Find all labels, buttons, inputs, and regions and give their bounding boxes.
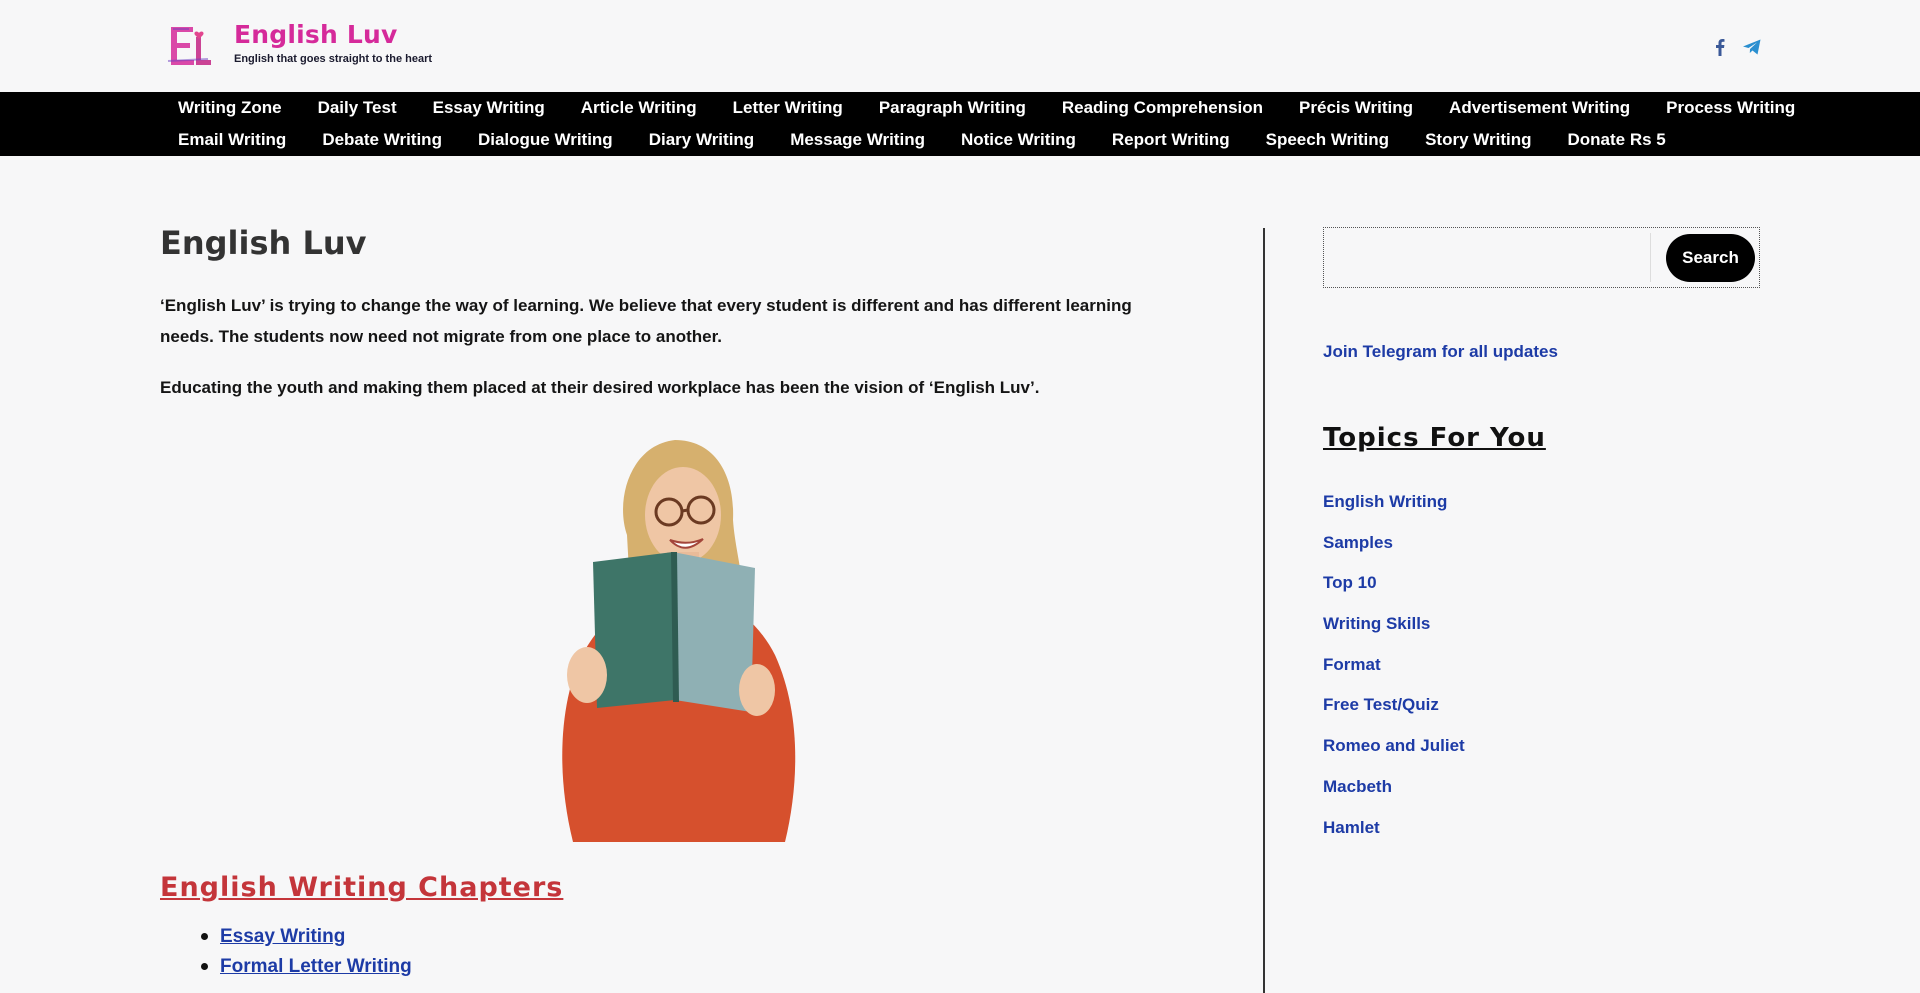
site-title[interactable]: English Luv: [234, 20, 398, 49]
english-luv-logo[interactable]: [163, 21, 213, 71]
page-title: English Luv: [160, 224, 367, 262]
search-form: Search: [1323, 227, 1760, 288]
nav-item-daily-test[interactable]: Daily Test: [300, 98, 415, 118]
nav-item-donate-rs-5[interactable]: Donate Rs 5: [1549, 130, 1683, 150]
nav-item-report-writing[interactable]: Report Writing: [1094, 130, 1248, 150]
nav-item-pr-cis-writing[interactable]: Précis Writing: [1281, 98, 1431, 118]
topic-link-free-test-quiz[interactable]: Free Test/Quiz: [1323, 693, 1465, 734]
vision-paragraph: Educating the youth and making them plac…: [160, 378, 1040, 397]
nav-item-letter-writing[interactable]: Letter Writing: [715, 98, 861, 118]
nav-item-email-writing[interactable]: Email Writing: [160, 130, 304, 150]
nav-row-secondary: Email Writing Debate Writing Dialogue Writ…: [160, 124, 1684, 156]
telegram-icon[interactable]: [1741, 36, 1763, 58]
chapter-link-formal-letter-writing[interactable]: Formal Letter Writing: [220, 956, 412, 977]
facebook-icon[interactable]: [1709, 36, 1731, 58]
topic-link-romeo-and-juliet[interactable]: Romeo and Juliet: [1323, 734, 1465, 775]
search-input[interactable]: [1329, 233, 1651, 282]
main-navigation: Writing Zone Daily Test Essay Writing Artic…: [0, 92, 1920, 156]
nav-item-story-writing[interactable]: Story Writing: [1407, 130, 1549, 150]
nav-item-diary-writing[interactable]: Diary Writing: [631, 130, 772, 150]
content-sidebar-divider: [1263, 228, 1265, 993]
nav-item-article-writing[interactable]: Article Writing: [563, 98, 715, 118]
join-telegram-link[interactable]: Join Telegram for all updates: [1323, 342, 1558, 362]
chapter-list-item: Essay Writing: [201, 922, 412, 952]
chapters-list: Essay Writing Formal Letter Writing: [201, 922, 412, 982]
nav-item-speech-writing[interactable]: Speech Writing: [1248, 130, 1407, 150]
nav-item-process-writing[interactable]: Process Writing: [1648, 98, 1813, 118]
topic-link-samples[interactable]: Samples: [1323, 531, 1465, 572]
nav-item-paragraph-writing[interactable]: Paragraph Writing: [861, 98, 1044, 118]
search-button[interactable]: Search: [1666, 234, 1755, 282]
topic-link-english-writing[interactable]: English Writing: [1323, 490, 1465, 531]
woman-reading-book-image: [562, 440, 796, 842]
nav-item-advertisement-writing[interactable]: Advertisement Writing: [1431, 98, 1648, 118]
topics-list: English Writing Samples Top 10 Writing Skil…: [1323, 490, 1465, 856]
site-header: English Luv English that goes straight t…: [0, 0, 1920, 92]
topic-link-macbeth[interactable]: Macbeth: [1323, 775, 1465, 816]
chapter-list-item: Formal Letter Writing: [201, 952, 412, 982]
intro-paragraph: ‘English Luv’ is trying to change the wa…: [160, 296, 1132, 346]
nav-item-reading-comprehension[interactable]: Reading Comprehension: [1044, 98, 1281, 118]
nav-row-primary: Writing Zone Daily Test Essay Writing Artic…: [160, 92, 1813, 124]
topic-link-top-10[interactable]: Top 10: [1323, 571, 1465, 612]
nav-item-dialogue-writing[interactable]: Dialogue Writing: [460, 130, 631, 150]
nav-item-debate-writing[interactable]: Debate Writing: [304, 130, 460, 150]
nav-item-essay-writing[interactable]: Essay Writing: [415, 98, 563, 118]
topics-heading: Topics For You: [1323, 423, 1546, 453]
chapter-link-essay-writing[interactable]: Essay Writing: [220, 926, 345, 947]
topic-link-writing-skills[interactable]: Writing Skills: [1323, 612, 1465, 653]
topic-link-format[interactable]: Format: [1323, 653, 1465, 694]
nav-item-writing-zone[interactable]: Writing Zone: [160, 98, 300, 118]
nav-item-message-writing[interactable]: Message Writing: [772, 130, 943, 150]
nav-item-notice-writing[interactable]: Notice Writing: [943, 130, 1094, 150]
chapters-heading: English Writing Chapters: [160, 872, 564, 903]
topic-link-hamlet[interactable]: Hamlet: [1323, 816, 1465, 857]
site-tagline: English that goes straight to the heart: [234, 53, 433, 65]
